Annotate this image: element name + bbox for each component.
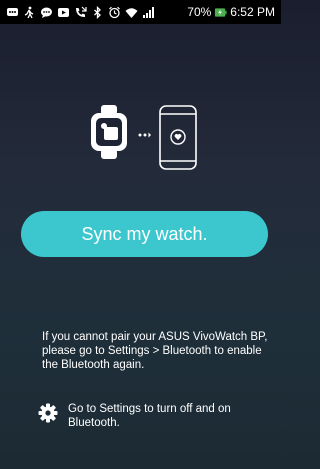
clock-time: 6:52 PM [230, 5, 275, 19]
phone-icon [159, 105, 197, 170]
watch-icon [91, 105, 127, 159]
wifi-icon [125, 6, 138, 19]
battery-percent: 70% [187, 5, 212, 19]
bluetooth-icon [91, 5, 104, 19]
watch-phone-illustration [0, 100, 281, 180]
settings-link[interactable]: Go to Settings to turn off and on Blueto… [38, 402, 278, 430]
activity-icon [23, 6, 36, 19]
alarm-icon [108, 6, 121, 19]
chat-icon [40, 6, 53, 19]
message-icon [6, 6, 19, 19]
signal-icon [142, 6, 155, 19]
missed-call-icon [74, 6, 87, 19]
video-icon [57, 6, 70, 19]
status-bar: 70% 6:52 PM [0, 0, 281, 24]
settings-link-text: Go to Settings to turn off and on Blueto… [68, 403, 231, 429]
pairing-help-text: If you cannot pair your ASUS VivoWatch B… [42, 331, 268, 371]
notification-icons [6, 5, 187, 19]
battery-charging-icon [214, 6, 227, 19]
sync-arrow-icon [138, 132, 151, 138]
gear-icon [38, 403, 58, 423]
sync-my-watch-button[interactable]: Sync my watch. [21, 211, 268, 257]
